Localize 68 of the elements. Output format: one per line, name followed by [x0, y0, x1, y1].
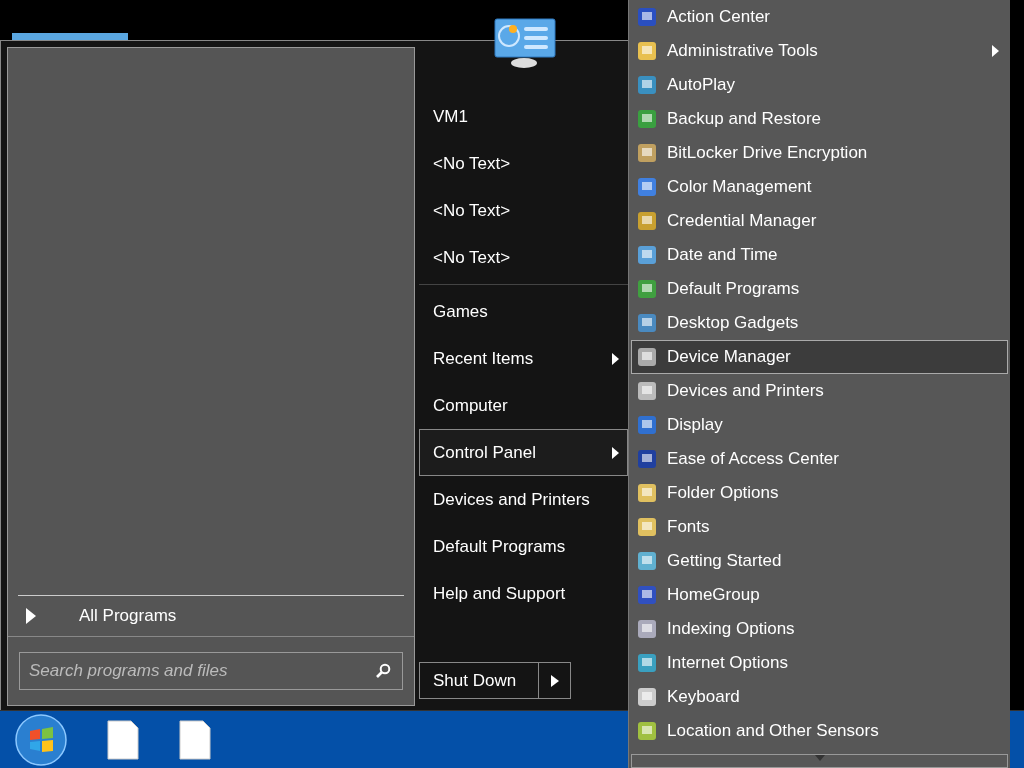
menu-item[interactable]: Internet Options — [631, 646, 1008, 680]
start-button[interactable] — [15, 713, 67, 766]
document-icon[interactable] — [179, 719, 211, 760]
menu-item[interactable]: HomeGroup — [631, 578, 1008, 612]
menu-item[interactable]: Color Management — [631, 170, 1008, 204]
applet-icon — [636, 516, 658, 538]
menu-item[interactable]: BitLocker Drive Encryption — [631, 136, 1008, 170]
triangle-right-icon — [26, 608, 36, 624]
applet-icon — [636, 278, 658, 300]
applet-icon — [636, 176, 658, 198]
menu-item[interactable]: Desktop Gadgets — [631, 306, 1008, 340]
menu-item[interactable]: Computer — [419, 382, 628, 429]
applet-icon — [636, 142, 658, 164]
menu-item[interactable]: Credential Manager — [631, 204, 1008, 238]
menu-item[interactable]: <No Text> — [419, 140, 628, 187]
applet-icon — [636, 6, 658, 28]
menu-item[interactable]: Default Programs — [419, 523, 628, 570]
applet-icon — [636, 618, 658, 640]
applet-icon — [636, 312, 658, 334]
applet-icon — [636, 720, 658, 742]
menu-item[interactable]: Devices and Printers — [631, 374, 1008, 408]
shut-down-button[interactable]: Shut Down — [419, 662, 539, 699]
applet-icon — [636, 414, 658, 436]
menu-item[interactable]: Games — [419, 288, 628, 335]
search-icon — [375, 663, 391, 679]
shut-down-options-button[interactable] — [539, 662, 571, 699]
applet-icon — [636, 686, 658, 708]
search-field[interactable]: Search programs and files — [19, 652, 403, 690]
menu-item[interactable]: Default Programs — [631, 272, 1008, 306]
caret-down-icon — [814, 755, 825, 761]
menu-item[interactable]: Fonts — [631, 510, 1008, 544]
menu-item[interactable]: Indexing Options — [631, 612, 1008, 646]
menu-item[interactable]: Administrative Tools — [631, 34, 1008, 68]
menu-item[interactable]: Keyboard — [631, 680, 1008, 714]
user-picture-icon — [494, 18, 556, 68]
menu-item[interactable]: Recent Items — [419, 335, 628, 382]
menu-item[interactable]: Ease of Access Center — [631, 442, 1008, 476]
applet-icon — [636, 380, 658, 402]
applet-icon — [636, 448, 658, 470]
menu-item[interactable]: Action Center — [631, 0, 1008, 34]
applet-icon — [636, 482, 658, 504]
menu-item[interactable]: <No Text> — [419, 234, 628, 281]
menu-item[interactable]: Control Panel — [419, 429, 628, 476]
applet-icon — [636, 210, 658, 232]
all-programs-button[interactable]: All Programs — [8, 596, 414, 636]
applet-icon — [636, 346, 658, 368]
applet-icon — [636, 550, 658, 572]
menu-item[interactable]: AutoPlay — [631, 68, 1008, 102]
menu-item[interactable]: Date and Time — [631, 238, 1008, 272]
applet-icon — [636, 652, 658, 674]
scroll-down-button[interactable] — [631, 754, 1008, 768]
applet-icon — [636, 74, 658, 96]
document-icon[interactable] — [107, 719, 139, 760]
applet-icon — [636, 584, 658, 606]
menu-item[interactable]: Folder Options — [631, 476, 1008, 510]
menu-item[interactable]: VM1 — [419, 93, 628, 140]
menu-item[interactable]: Getting Started — [631, 544, 1008, 578]
menu-item[interactable]: Help and Support — [419, 570, 628, 617]
menu-item[interactable]: Backup and Restore — [631, 102, 1008, 136]
applet-icon — [636, 244, 658, 266]
triangle-right-icon — [550, 674, 559, 687]
menu-item[interactable]: Display — [631, 408, 1008, 442]
applet-icon — [636, 108, 658, 130]
menu-item[interactable]: Devices and Printers — [419, 476, 628, 523]
menu-item[interactable]: <No Text> — [419, 187, 628, 234]
menu-item[interactable]: Location and Other Sensors — [631, 714, 1008, 748]
applet-icon — [636, 40, 658, 62]
menu-item[interactable]: Device Manager — [631, 340, 1008, 374]
